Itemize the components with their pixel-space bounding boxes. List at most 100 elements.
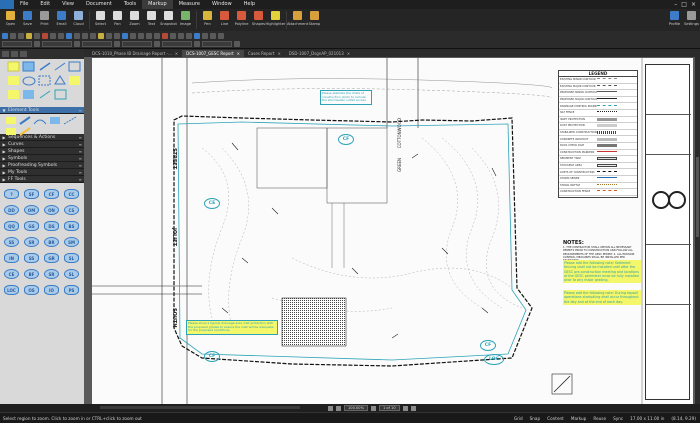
property-tool-icon[interactable]: [34, 33, 40, 39]
menu-document[interactable]: Document: [80, 0, 118, 9]
select-button[interactable]: Select: [92, 9, 109, 31]
line-button[interactable]: Line: [216, 9, 233, 31]
markup-tag[interactable]: CE: [204, 198, 220, 209]
property-tool-icon[interactable]: [74, 41, 80, 47]
property-tool-icon[interactable]: [106, 33, 112, 39]
vertical-scrollbar[interactable]: [695, 57, 700, 404]
property-tool-icon[interactable]: [18, 33, 24, 39]
drawing-sheet[interactable]: STREET JOLIET SOUTH COTTONWOOD GREEN Ple…: [92, 58, 693, 404]
property-tool-icon[interactable]: [202, 33, 208, 39]
property-dropdown[interactable]: [42, 41, 72, 47]
tab-close-icon[interactable]: ×: [347, 51, 350, 56]
stamp-tool[interactable]: LOC: [4, 285, 19, 295]
stamp-tool[interactable]: SL: [64, 269, 79, 279]
stamp-tool[interactable]: QQ: [4, 221, 19, 231]
section-header[interactable]: ▼ Element Tools ≡: [0, 107, 84, 114]
markup-callout[interactable]: Please stabilize the limits of construct…: [320, 90, 372, 105]
polyline-button[interactable]: Polyline: [233, 9, 250, 31]
property-tool-icon[interactable]: [234, 41, 240, 47]
stamp-tool[interactable]: ?: [4, 189, 19, 199]
property-tool-icon[interactable]: [194, 41, 200, 47]
property-tool-icon[interactable]: [90, 33, 96, 39]
property-tool-icon[interactable]: [66, 33, 72, 39]
stamp-tool[interactable]: ON: [44, 205, 59, 215]
last-page-icon[interactable]: [410, 405, 416, 411]
markup-tag[interactable]: CF: [338, 134, 354, 145]
stamp-tool[interactable]: SS: [24, 253, 39, 263]
zoom-level[interactable]: 100.00%: [344, 405, 368, 411]
app-logo[interactable]: [0, 0, 14, 9]
print-button[interactable]: Print: [36, 9, 53, 31]
zoom-button[interactable]: Zoom: [126, 9, 143, 31]
first-page-icon[interactable]: [328, 405, 333, 411]
property-tool-icon[interactable]: [34, 41, 40, 47]
stamp-tool[interactable]: GS: [24, 221, 39, 231]
stamp-tool[interactable]: DD: [4, 205, 19, 215]
section-header[interactable]: ▶ Curves ≡: [0, 141, 84, 148]
property-dropdown[interactable]: [162, 41, 192, 47]
document-tab[interactable]: DCS-1010_Phase IB Drainage Report -... ×: [88, 50, 182, 57]
settings-button[interactable]: Settings: [683, 9, 700, 31]
stamp-tool[interactable]: SF: [24, 189, 39, 199]
fit-page-icon[interactable]: [371, 405, 376, 411]
email-button[interactable]: Email: [53, 9, 70, 31]
menu-measure[interactable]: Measure: [173, 0, 206, 9]
stamp-tool[interactable]: BF: [24, 269, 39, 279]
property-tool-icon[interactable]: [138, 33, 144, 39]
document-tab[interactable]: DCS-1007_GESC Report ×: [182, 50, 245, 57]
menu-window[interactable]: Window: [206, 0, 238, 9]
tab-close-icon[interactable]: ×: [237, 51, 240, 56]
open-button[interactable]: Open: [2, 9, 19, 31]
document-canvas[interactable]: STREET JOLIET SOUTH COTTONWOOD GREEN Ple…: [84, 57, 695, 404]
property-tool-icon[interactable]: [98, 33, 104, 39]
property-tool-icon[interactable]: [146, 33, 152, 39]
page-indicator[interactable]: 1 of 10: [379, 405, 400, 411]
stamp-tool[interactable]: BS: [64, 221, 79, 231]
highlighter-button[interactable]: Highlighter: [266, 9, 285, 31]
highlight-note[interactable]: Please add the following note: Sediment …: [563, 260, 641, 284]
pen-button[interactable]: Pen: [199, 9, 216, 31]
stamp-button[interactable]: Stamp: [306, 9, 323, 31]
property-tool-icon[interactable]: [26, 33, 32, 39]
property-tool-icon[interactable]: [50, 33, 56, 39]
property-tool-icon[interactable]: [114, 41, 120, 47]
property-dropdown[interactable]: [202, 41, 232, 47]
stamp-tool[interactable]: BR: [44, 237, 59, 247]
shapes-button[interactable]: Shapes: [250, 9, 267, 31]
property-tool-icon[interactable]: [218, 33, 224, 39]
save-button[interactable]: Save: [19, 9, 36, 31]
section-header[interactable]: ▶ FF Tools ≡: [0, 176, 84, 183]
property-dropdown[interactable]: [122, 41, 152, 47]
stamp-tool[interactable]: SR: [44, 269, 59, 279]
stamp-tool[interactable]: SL: [64, 253, 79, 263]
minimize-icon[interactable]: –: [674, 1, 677, 8]
status-toggle-sync[interactable]: Sync: [613, 416, 623, 421]
status-toggle-grid[interactable]: Grid: [514, 416, 523, 421]
property-tool-icon[interactable]: [194, 33, 200, 39]
maximize-icon[interactable]: □: [681, 1, 687, 8]
document-tab[interactable]: Cases Report ×: [244, 50, 285, 57]
markup-tag[interactable]: LOC: [484, 354, 504, 365]
stamp-tool[interactable]: CS: [64, 205, 79, 215]
property-tool-icon[interactable]: [74, 33, 80, 39]
highlight-note[interactable]: Please add the following note: During to…: [563, 290, 641, 305]
panel-home-icon[interactable]: [2, 51, 9, 57]
horizontal-scrollbar[interactable]: [100, 406, 300, 409]
menu-help[interactable]: Help: [238, 0, 261, 9]
stamp-tool[interactable]: SM: [64, 237, 79, 247]
recent-tools-icons[interactable]: [0, 59, 84, 107]
property-tool-icon[interactable]: [130, 33, 136, 39]
property-tool-icon[interactable]: [42, 33, 48, 39]
markup-callout[interactable]: Please show a typical drainage area inle…: [186, 320, 278, 335]
profile-button[interactable]: Profile: [666, 9, 683, 31]
stamp-tool[interactable]: CC: [64, 189, 79, 199]
stamp-tool[interactable]: GR: [44, 253, 59, 263]
stamp-tool[interactable]: DS: [44, 221, 59, 231]
section-header[interactable]: ▶ My Tools ≡: [0, 169, 84, 176]
menu-edit[interactable]: Edit: [34, 0, 56, 9]
text-button[interactable]: Text: [143, 9, 160, 31]
tab-close-icon[interactable]: ×: [277, 51, 280, 56]
stamp-tool[interactable]: IN: [4, 253, 19, 263]
menu-markup[interactable]: Markup: [142, 0, 173, 9]
property-tool-icon[interactable]: [162, 33, 168, 39]
